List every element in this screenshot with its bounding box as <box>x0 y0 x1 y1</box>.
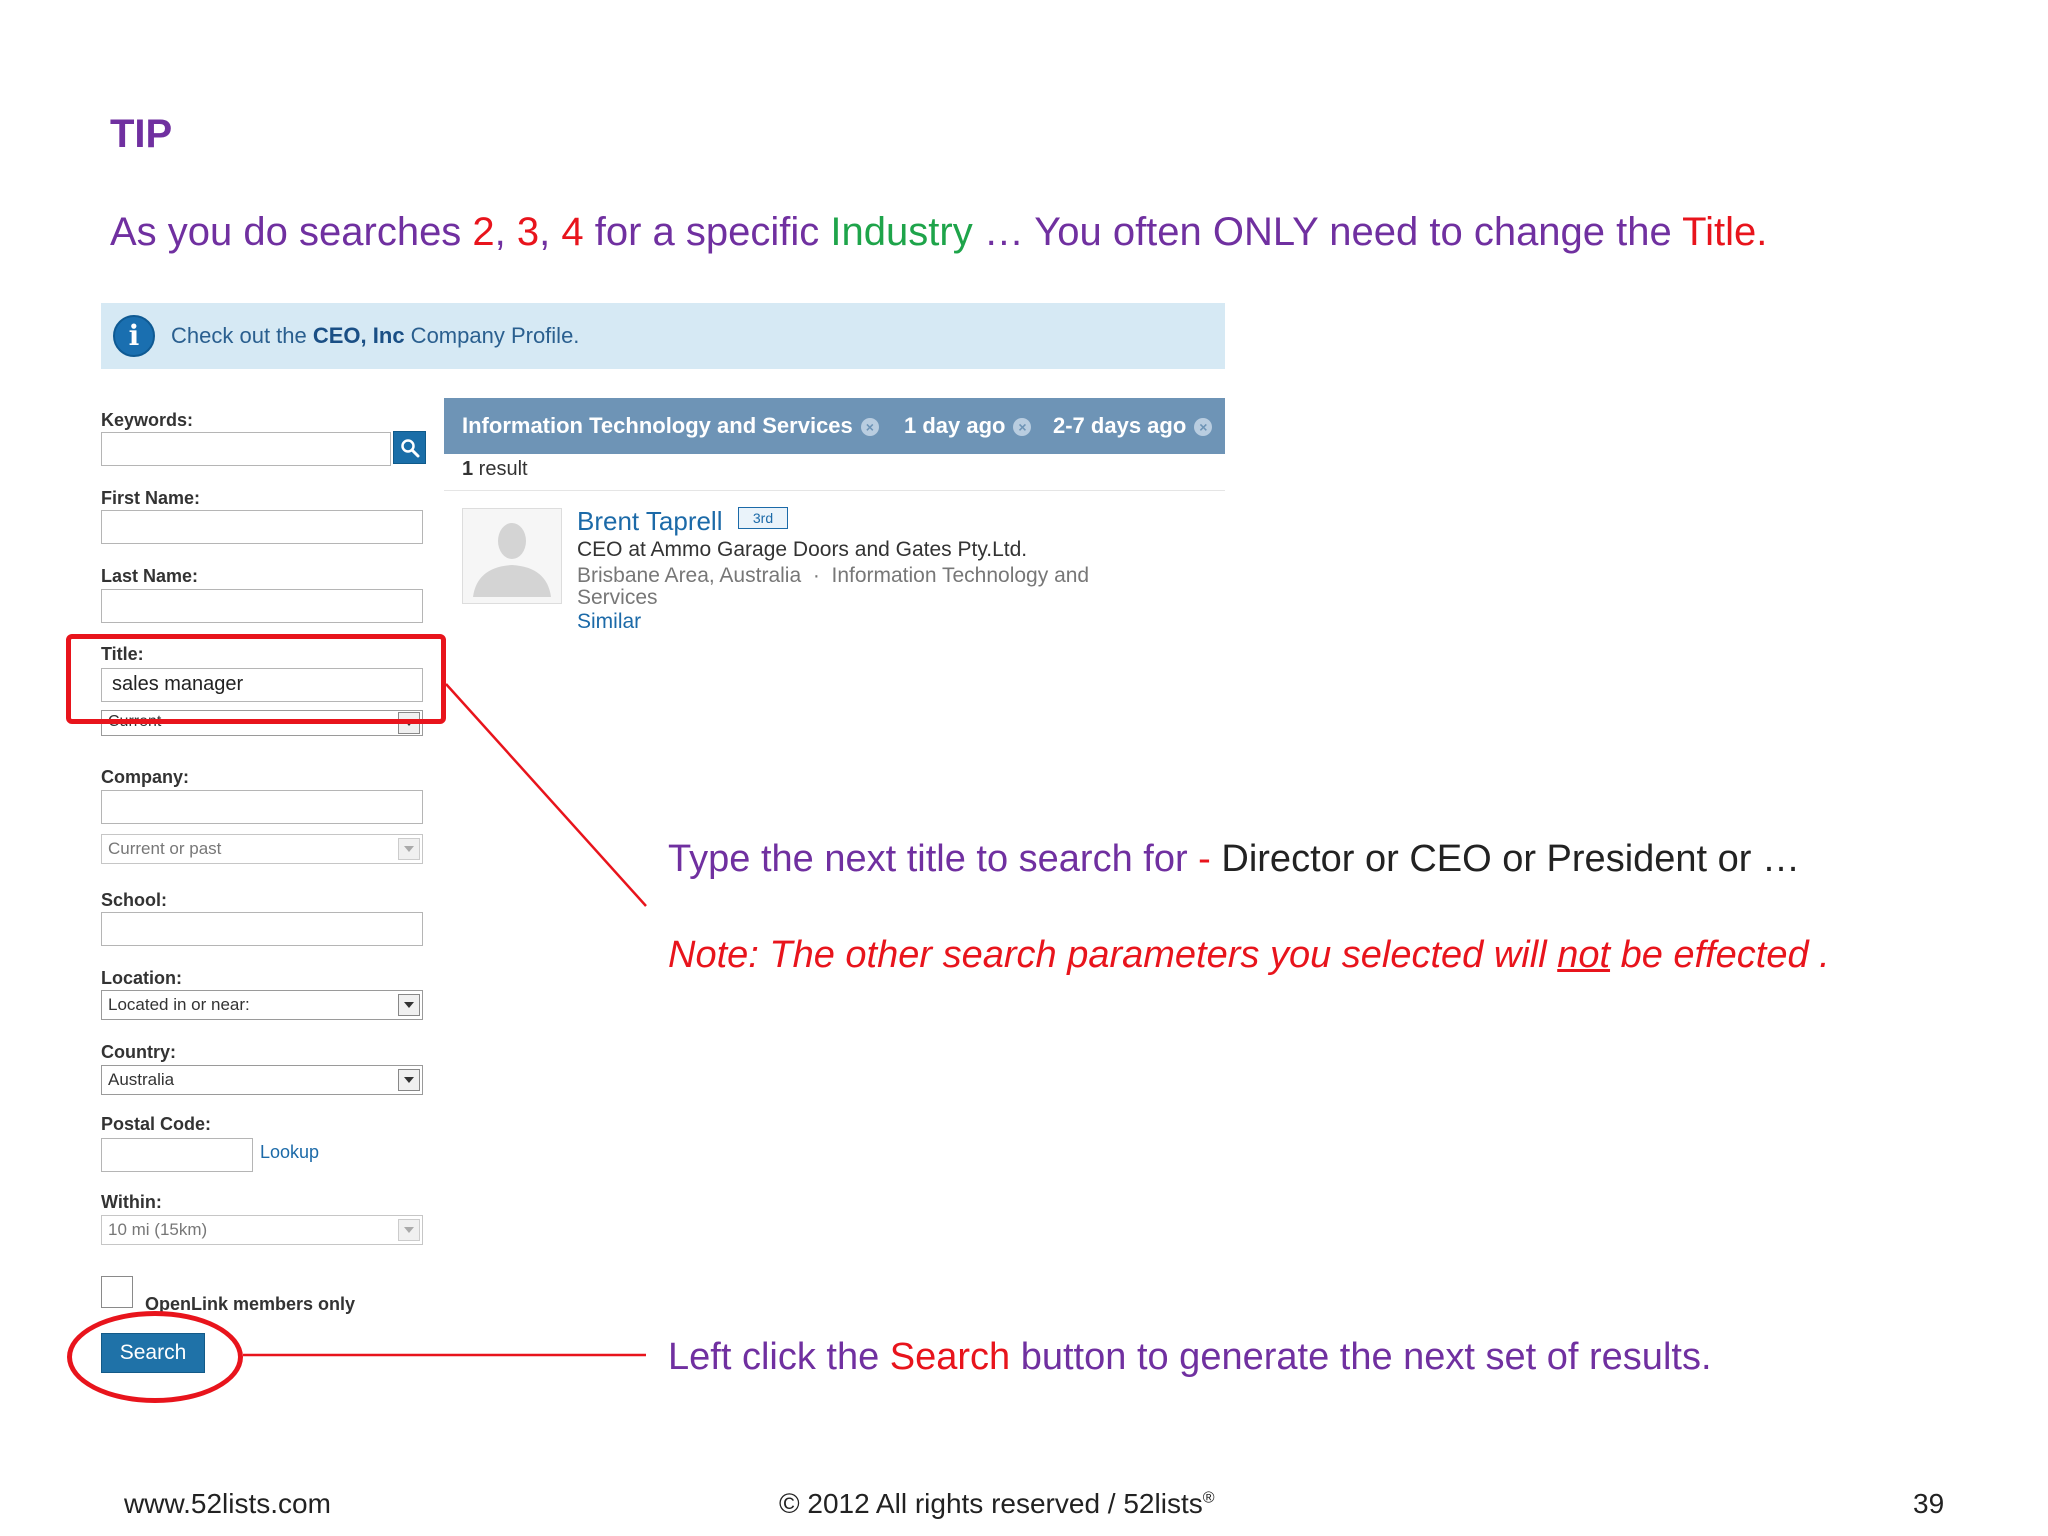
headline-number: 4 <box>561 210 584 254</box>
result-name-link[interactable]: Brent Taprell <box>577 506 723 537</box>
facet-label: 1 day ago <box>904 413 1006 438</box>
company-scope-select[interactable]: Current or past <box>101 834 423 864</box>
location-text: Brisbane Area, Australia <box>577 564 802 587</box>
person-silhouette-icon <box>463 509 561 603</box>
within-label: Within: <box>101 1192 162 1212</box>
industry-text: Information Technology and <box>831 564 1090 587</box>
copyright-text: © 2012 All rights reserved / 52lists <box>779 1488 1203 1519</box>
headline-number: 3 <box>516 210 540 254</box>
lookup-link[interactable]: Lookup <box>260 1142 319 1163</box>
note-annotation: Note: The other search parameters you se… <box>668 934 1830 977</box>
location-label: Location: <box>101 968 182 988</box>
degree-badge: 3rd <box>738 507 788 529</box>
similar-link[interactable]: Similar <box>577 610 641 634</box>
note-not: not <box>1557 934 1611 976</box>
keywords-input[interactable] <box>101 432 391 466</box>
result-count-row: 1 result <box>444 454 1225 491</box>
keywords-label: Keywords: <box>101 410 194 430</box>
company-label: Company: <box>101 767 190 787</box>
banner-suffix[interactable]: Company Profile. <box>405 323 580 348</box>
headline-text: As you do searches <box>110 210 473 254</box>
company-profile-banner: i Check out the CEO, Inc Company Profile… <box>101 303 1225 369</box>
country-label: Country: <box>101 1042 176 1062</box>
facet-1-day: 1 day ago × <box>904 413 1032 439</box>
school-label: School: <box>101 890 167 910</box>
title-annotation: Type the next title to search for - Dire… <box>668 838 1800 881</box>
footer-url: www.52lists.com <box>124 1488 331 1519</box>
result-count-number: 1 <box>462 458 474 480</box>
last-name-label: Last Name: <box>101 566 199 586</box>
remove-facet-icon[interactable]: × <box>860 418 879 436</box>
annotation-text: Left click the <box>668 1336 890 1378</box>
search-icon <box>401 439 420 458</box>
banner-company-link[interactable]: CEO, Inc <box>313 323 405 348</box>
within-value: 10 mi (15km) <box>108 1220 208 1239</box>
remove-facet-icon[interactable]: × <box>1013 418 1032 436</box>
openlink-checkbox[interactable] <box>101 1276 133 1308</box>
first-name-input[interactable] <box>101 510 423 544</box>
banner-prefix: Check out the <box>171 323 313 348</box>
keyword-search-button[interactable] <box>393 431 426 464</box>
registered-mark: ® <box>1202 1489 1215 1507</box>
result-industry-continued: Services <box>577 586 658 609</box>
headline-number: 2 <box>472 210 495 254</box>
search-annotation: Left click the Search button to generate… <box>668 1336 1712 1379</box>
facet-2-7-days: 2-7 days ago × <box>1053 413 1213 439</box>
first-name-label: First Name: <box>101 488 201 508</box>
page-number: 39 <box>1913 1488 1945 1519</box>
note-text: Note: The other search parameters you se… <box>668 934 1558 976</box>
search-highlight-circle <box>67 1311 243 1403</box>
postal-code-label: Postal Code: <box>101 1114 212 1134</box>
company-scope-value: Current or past <box>108 839 222 858</box>
title-highlight-box <box>66 634 446 724</box>
headline-text: for a specific <box>583 210 831 254</box>
annotation-text: button to generate the next set of resul… <box>1010 1336 1712 1378</box>
headline-text: , <box>494 210 517 254</box>
facet-label: 2-7 days ago <box>1053 413 1187 438</box>
within-select[interactable]: 10 mi (15km) <box>101 1215 423 1245</box>
headline-industry: Industry <box>830 210 973 254</box>
info-icon: i <box>113 315 155 357</box>
chevron-down-icon <box>398 994 420 1016</box>
note-text: be effected . <box>1610 934 1830 976</box>
company-input[interactable] <box>101 790 423 824</box>
last-name-input[interactable] <box>101 589 423 623</box>
headline-title: Title. <box>1682 210 1768 254</box>
footer-copyright: © 2012 All rights reserved / 52lists® <box>779 1488 1215 1520</box>
facet-label: Information Technology and Services <box>462 413 853 438</box>
headline-text: , <box>539 210 562 254</box>
annotation-dash: - <box>1198 838 1222 880</box>
chevron-down-icon <box>398 1219 420 1241</box>
result-headline: CEO at Ammo Garage Doors and Gates Pty.L… <box>577 538 1028 561</box>
location-select[interactable]: Located in or near: <box>101 990 423 1020</box>
annotation-text: Type the next title to search for <box>668 838 1199 880</box>
slide-headline: As you do searches 2, 3, 4 for a specifi… <box>110 210 1767 255</box>
annotation-search-word: Search <box>889 1336 1011 1378</box>
headline-text: … You often ONLY need to change the <box>972 210 1683 254</box>
tip-heading: TIP <box>110 112 173 156</box>
postal-code-input[interactable] <box>101 1138 253 1172</box>
chevron-down-icon <box>398 1069 420 1091</box>
banner-text: Check out the CEO, Inc Company Profile. <box>171 323 579 349</box>
annotation-examples: Director or CEO or President or … <box>1221 838 1800 880</box>
location-value: Located in or near: <box>108 995 250 1014</box>
facet-industry: Information Technology and Services × <box>462 413 879 439</box>
remove-facet-icon[interactable]: × <box>1194 418 1213 436</box>
avatar[interactable] <box>462 508 562 604</box>
title-callout-line <box>445 683 647 907</box>
country-value: Australia <box>108 1070 175 1089</box>
school-input[interactable] <box>101 912 423 946</box>
result-count-word: result <box>473 458 528 480</box>
country-select[interactable]: Australia <box>101 1065 423 1095</box>
separator-dot: · <box>812 564 820 587</box>
chevron-down-icon <box>398 838 420 860</box>
selected-facets-bar: Information Technology and Services × 1 d… <box>444 398 1225 454</box>
result-count: 1 result <box>462 458 528 481</box>
result-location: Brisbane Area, Australia · Information T… <box>577 564 1089 588</box>
